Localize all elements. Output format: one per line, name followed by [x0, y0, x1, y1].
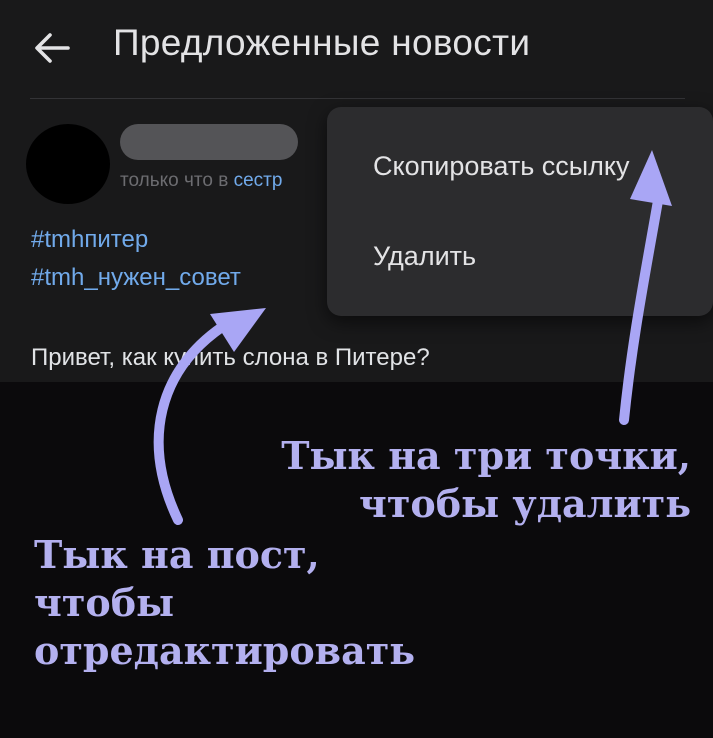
- hashtag-link[interactable]: #tmh_нужен_совет: [31, 264, 241, 292]
- edit-hint: Тык на пост, чтобы отредактировать: [34, 531, 415, 675]
- post-meta-community[interactable]: сестр: [234, 170, 283, 191]
- delete-hint: Тык на три точки, чтобы удалить: [281, 432, 691, 528]
- header-divider: [30, 98, 685, 99]
- delete-hint-line: чтобы удалить: [359, 481, 691, 526]
- copy-link-label: Скопировать ссылку: [373, 151, 630, 181]
- delete-menu-item[interactable]: Удалить: [327, 217, 713, 297]
- delete-label: Удалить: [373, 241, 477, 271]
- back-button[interactable]: [28, 24, 76, 72]
- edit-hint-line: чтобы: [34, 580, 175, 625]
- delete-hint-line: Тык на три точки,: [281, 433, 691, 478]
- post-meta: только что в сестр: [120, 170, 282, 192]
- author-name-redacted: [120, 124, 298, 160]
- arrow-left-icon: [35, 33, 70, 63]
- copy-link-menu-item[interactable]: Скопировать ссылку: [327, 127, 713, 207]
- edit-hint-line: Тык на пост,: [34, 532, 320, 577]
- page-title: Предложенные новости: [113, 22, 531, 63]
- post-text[interactable]: Привет, как купить слона в Питере?: [31, 344, 430, 372]
- header: Предложенные новости: [0, 0, 713, 98]
- edit-hint-line: отредактировать: [34, 628, 416, 673]
- post-meta-time: только что в: [120, 170, 234, 191]
- avatar[interactable]: [26, 124, 110, 204]
- hashtag-link[interactable]: #tmhпитер: [31, 226, 148, 254]
